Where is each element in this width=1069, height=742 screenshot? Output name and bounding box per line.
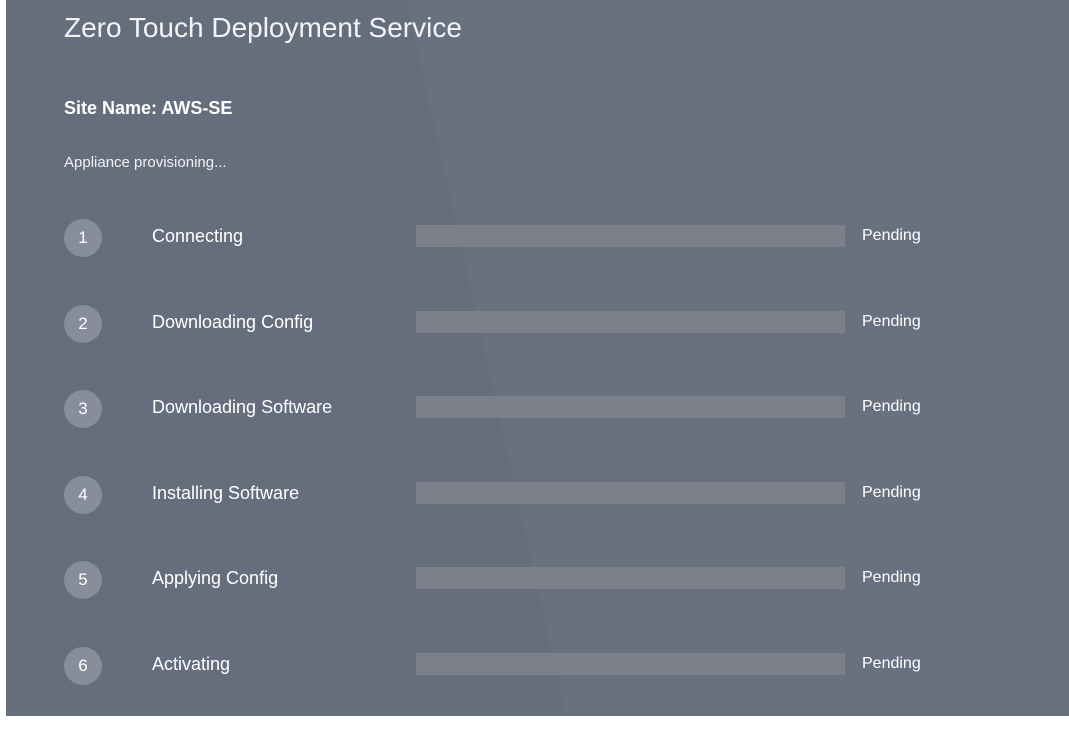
step-number-badge: 3: [64, 390, 102, 428]
step-label: Installing Software: [152, 483, 300, 503]
step-label: Connecting: [152, 226, 244, 246]
step-number-badge: 1: [64, 219, 102, 257]
step-list: 1 Connecting Pending 2 Downloading Confi…: [6, 0, 1069, 716]
step-label: Activating: [152, 654, 231, 674]
step-status: Pending: [862, 484, 921, 501]
step-label: Applying Config: [152, 568, 279, 588]
step-status: Pending: [862, 398, 921, 415]
step-progress-bar: [416, 396, 845, 418]
step-status: Pending: [862, 655, 921, 672]
step-label: Downloading Software: [152, 397, 333, 417]
provisioning-panel: Zero Touch Deployment Service Site Name:…: [6, 0, 1069, 716]
step-label: Downloading Config: [152, 312, 314, 332]
step-status: Pending: [862, 227, 921, 244]
step-row: 1 Connecting Pending: [6, 219, 1069, 259]
step-progress-bar: [416, 567, 845, 589]
step-progress-bar: [416, 311, 845, 333]
step-row: 5 Applying Config Pending: [6, 561, 1069, 601]
step-row: 6 Activating Pending: [6, 647, 1069, 687]
step-row: 2 Downloading Config Pending: [6, 305, 1069, 345]
step-number-badge: 6: [64, 647, 102, 685]
step-number-badge: 2: [64, 305, 102, 343]
step-status: Pending: [862, 569, 921, 586]
step-progress-bar: [416, 653, 845, 675]
step-status: Pending: [862, 313, 921, 330]
step-number-badge: 5: [64, 561, 102, 599]
step-row: 4 Installing Software Pending: [6, 476, 1069, 516]
step-row: 3 Downloading Software Pending: [6, 390, 1069, 430]
step-progress-bar: [416, 225, 845, 247]
step-progress-bar: [416, 482, 845, 504]
step-number-badge: 4: [64, 476, 102, 514]
